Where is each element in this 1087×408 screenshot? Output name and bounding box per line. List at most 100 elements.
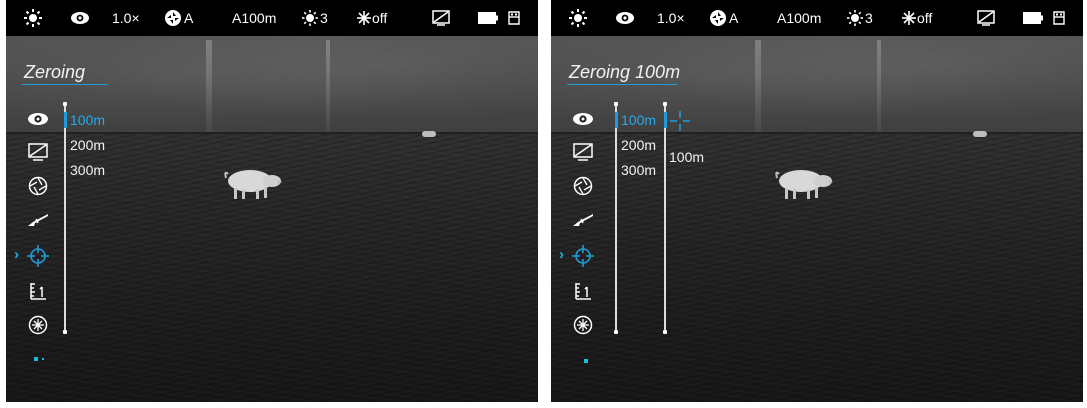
- tree-trunk: [877, 40, 881, 132]
- memory-card-icon: [1053, 0, 1065, 36]
- zeroing-option-200m[interactable]: 200m: [621, 137, 656, 153]
- selection-marker: [64, 112, 67, 128]
- menu-item-rifle[interactable]: [27, 208, 49, 230]
- menu-title-underline: [22, 84, 108, 85]
- page-indicator-dot: [584, 359, 588, 363]
- zoom-level: 1.0×: [112, 10, 140, 26]
- brightness-sun-icon: [569, 0, 587, 36]
- brightness-sun-icon: [24, 0, 42, 36]
- menu-title: Zeroing 100m: [569, 62, 681, 82]
- battery-icon: [478, 0, 498, 36]
- display-off-icon: [573, 143, 593, 161]
- snowflake-icon: [573, 315, 593, 335]
- menu-item-rangefinder[interactable]: [572, 280, 594, 302]
- active-profile: A100m: [232, 10, 277, 26]
- menu-item-eye[interactable]: [572, 108, 594, 130]
- brightness-level-indicator: 3: [302, 0, 328, 36]
- eye-icon: [615, 0, 635, 36]
- menu-item-settings[interactable]: [572, 314, 594, 336]
- contrast-value: off: [917, 10, 933, 26]
- zeroing-option-100m[interactable]: 100m: [621, 112, 656, 128]
- menu-item-calibration[interactable]: [572, 175, 594, 197]
- display-off-icon: [977, 0, 995, 36]
- boar-thermal-image: [775, 170, 833, 199]
- memory-card-icon: [508, 0, 520, 36]
- crosshair-icon: [572, 245, 594, 267]
- calibration-mode: A: [729, 10, 739, 26]
- status-bar: 1.0× A A100m 3 off: [6, 0, 538, 36]
- ruler-icon: [575, 283, 591, 300]
- contrast-value: off: [372, 10, 388, 26]
- tree-trunk: [326, 40, 330, 132]
- menu-item-rangefinder[interactable]: [27, 280, 49, 302]
- menu-item-zeroing[interactable]: [572, 245, 594, 267]
- ruler-icon: [30, 283, 46, 300]
- tree-trunk: [206, 40, 212, 132]
- zeroing-option-100m[interactable]: 100m: [70, 112, 105, 128]
- eye-icon: [573, 113, 593, 125]
- selection-arrow-icon: ›: [559, 246, 564, 263]
- menu-item-zeroing[interactable]: [27, 245, 49, 267]
- distant-animal: [422, 131, 436, 137]
- right-screen: 1.0× A A100m 3 off Zeroing 100m › 100m 2…: [551, 0, 1083, 402]
- crosshair-icon: [27, 245, 49, 267]
- selection-marker: [615, 112, 618, 128]
- eye-icon: [28, 113, 48, 125]
- menu-item-calibration[interactable]: [27, 175, 49, 197]
- menu-item-settings[interactable]: [27, 314, 49, 336]
- zeroing-option-300m[interactable]: 300m: [70, 162, 105, 178]
- page-indicator-dot: [42, 358, 44, 360]
- reticle-crosshair-icon: [670, 111, 690, 131]
- brightness-sun-icon: [847, 10, 863, 26]
- divider-end-dot: [614, 102, 618, 106]
- aperture-icon: [573, 176, 593, 196]
- active-profile: A100m: [777, 10, 822, 26]
- divider-end-dot: [663, 102, 667, 106]
- eye-icon: [70, 0, 90, 36]
- aperture-icon: [710, 10, 726, 26]
- zeroing-option-300m[interactable]: 300m: [621, 162, 656, 178]
- brightness-sun-icon: [302, 10, 318, 26]
- contrast-snowflake-icon: [902, 11, 916, 25]
- menu-title: Zeroing: [24, 62, 86, 82]
- divider-end-dot: [63, 102, 67, 106]
- rifle-icon: [573, 214, 593, 226]
- contrast-indicator: off: [901, 0, 932, 36]
- aperture-icon: [28, 176, 48, 196]
- menu-item-display[interactable]: [572, 141, 594, 163]
- battery-icon: [1023, 0, 1043, 36]
- submenu-divider-line: [664, 104, 666, 332]
- selection-marker: [664, 112, 667, 128]
- brightness-value: 3: [865, 10, 873, 26]
- snowflake-icon: [28, 315, 48, 335]
- menu-title-underline: [567, 84, 677, 85]
- display-off-icon: [432, 0, 450, 36]
- divider-end-dot: [614, 330, 618, 334]
- zeroing-distance-value[interactable]: 100m: [669, 149, 704, 165]
- left-screen: 1.0× A A100m 3 off Zeroing › 100m 200m 3…: [6, 0, 538, 402]
- divider-end-dot: [63, 330, 67, 334]
- display-off-icon: [28, 143, 48, 161]
- status-bar: 1.0× A A100m 3 off: [551, 0, 1083, 36]
- zoom-level: 1.0×: [657, 10, 685, 26]
- tree-trunk: [755, 40, 761, 132]
- divider-end-dot: [663, 330, 667, 334]
- distant-animal: [973, 131, 987, 137]
- calibration-indicator: A: [709, 0, 738, 36]
- page-indicator-dot: [34, 357, 38, 361]
- selection-arrow-icon: ›: [14, 246, 19, 263]
- brightness-level-indicator: 3: [847, 0, 873, 36]
- aperture-icon: [165, 10, 181, 26]
- menu-item-display[interactable]: [27, 141, 49, 163]
- brightness-value: 3: [320, 10, 328, 26]
- contrast-indicator: off: [356, 0, 387, 36]
- calibration-mode: A: [184, 10, 194, 26]
- rifle-icon: [28, 214, 48, 226]
- menu-item-eye[interactable]: [27, 108, 49, 130]
- boar-thermal-image: [224, 170, 282, 199]
- zeroing-option-200m[interactable]: 200m: [70, 137, 105, 153]
- submenu-divider-line: [615, 104, 617, 332]
- menu-item-rifle[interactable]: [572, 208, 594, 230]
- submenu-divider-line: [64, 104, 66, 332]
- contrast-snowflake-icon: [357, 11, 371, 25]
